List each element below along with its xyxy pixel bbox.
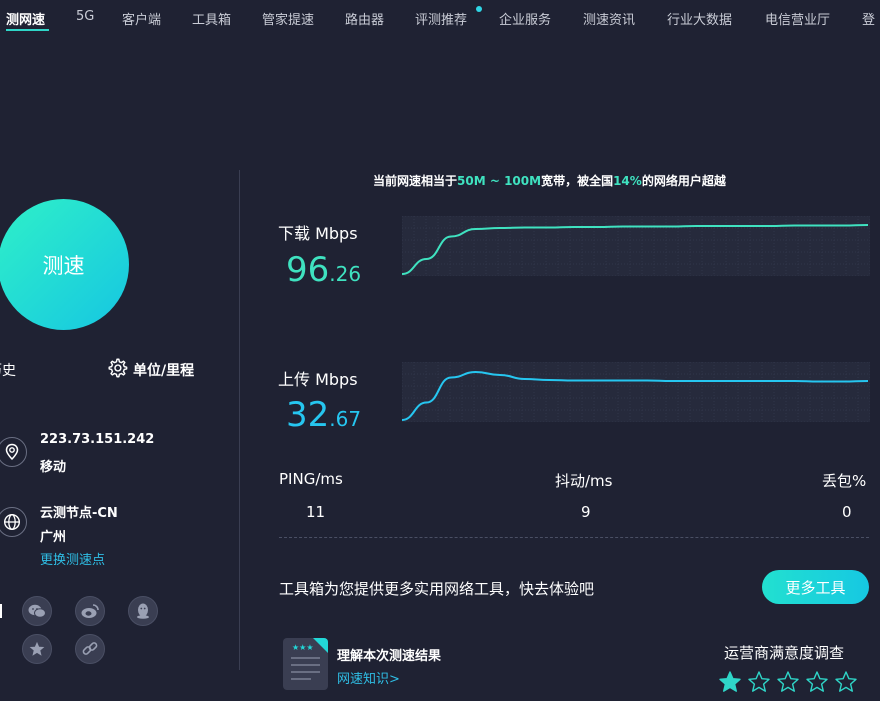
rating-star-icon[interactable] (805, 670, 829, 694)
result-doc-icon[interactable]: ★★★ (283, 638, 328, 690)
location-icon (0, 437, 27, 467)
ping-label: PING/ms (279, 470, 343, 488)
download-speed-dec: .26 (329, 262, 362, 286)
nav-item-router[interactable]: 路由器 (345, 9, 384, 28)
rating-star-icon[interactable] (776, 670, 800, 694)
loss-label: 丢包% (822, 472, 867, 490)
ping-value: 11 (306, 503, 326, 521)
nav-new-dot (476, 6, 482, 12)
svg-text:★★★: ★★★ (292, 643, 314, 652)
upload-chart (402, 362, 870, 422)
jitter-value: 9 (581, 503, 591, 521)
nav-item-bigdata[interactable]: 行业大数据 (667, 9, 732, 28)
isp-name: 移动 (40, 460, 67, 475)
speedtest-button[interactable]: 测速 (0, 199, 129, 330)
weibo-icon[interactable] (75, 596, 105, 626)
globe-icon (0, 507, 27, 537)
more-tools-button[interactable]: 更多工具 (762, 570, 869, 604)
share-label-edge (0, 604, 2, 618)
loss-value: 0 (842, 503, 852, 521)
nav-item-client[interactable]: 客户端 (122, 9, 161, 28)
unit-mileage-link[interactable]: 单位/里程 (133, 360, 194, 380)
node-city: 广州 (40, 530, 67, 545)
toolbox-promo-text: 工具箱为您提供更多实用网络工具，快去体验吧 (279, 580, 595, 598)
panel-divider (239, 170, 240, 670)
node-name: 云测节点-CN (40, 506, 118, 521)
nav-item-telecom[interactable]: 电信营业厅 (765, 9, 830, 28)
top-nav: 测网速 5G 客户端 工具箱 管家提速 路由器 评测推荐 企业服务 测速资讯 行… (0, 0, 880, 36)
nav-item-reviews[interactable]: 评测推荐 (415, 9, 467, 28)
gear-icon[interactable] (106, 357, 128, 379)
upload-speed-dec: .67 (329, 407, 362, 431)
upload-label: 上传 Mbps (278, 370, 358, 389)
nav-item-5g[interactable]: 5G (76, 9, 94, 24)
ip-address: 223.73.151.242 (40, 432, 155, 447)
upload-speed-int: 32 (286, 395, 330, 435)
history-link[interactable]: 历史 (0, 360, 16, 380)
summary-percent: 14% (613, 174, 642, 188)
star-icon[interactable] (22, 634, 52, 664)
rating-star-icon[interactable] (747, 670, 771, 694)
speed-summary: 当前网速相当于50M ~ 100M宽带，被全国14%的网络用户超越 (373, 172, 726, 189)
nav-item-boost[interactable]: 管家提速 (262, 9, 314, 28)
summary-prefix: 当前网速相当于 (373, 174, 458, 188)
nav-item-speedtest[interactable]: 测网速 (6, 9, 45, 28)
speed-knowledge-link[interactable]: 网速知识> (337, 668, 400, 687)
rating-star-icon[interactable] (718, 670, 742, 694)
jitter-label: 抖动/ms (555, 472, 613, 490)
download-speed-int: 96 (286, 250, 330, 290)
summary-bandwidth: 50M ~ 100M (457, 174, 542, 188)
upload-speed: 32.67 (286, 395, 361, 435)
download-speed: 96.26 (286, 250, 361, 290)
upload-grid-bg (402, 362, 870, 422)
link-icon[interactable] (75, 634, 105, 664)
wechat-icon[interactable] (22, 596, 52, 626)
summary-mid: 宽带，被全国 (541, 174, 614, 188)
rating-star-icon[interactable] (834, 670, 858, 694)
nav-item-news[interactable]: 测速资讯 (583, 9, 635, 28)
download-label: 下载 Mbps (278, 224, 358, 243)
nav-active-underline (6, 29, 49, 31)
nav-item-login[interactable]: 登 (862, 9, 875, 28)
nav-item-toolbox[interactable]: 工具箱 (192, 9, 231, 28)
qq-icon[interactable] (128, 596, 158, 626)
nav-item-enterprise[interactable]: 企业服务 (499, 9, 551, 28)
download-chart (402, 216, 870, 276)
survey-title: 运营商满意度调查 (724, 644, 845, 662)
summary-suffix: 的网络用户超越 (641, 174, 726, 188)
stats-divider (279, 537, 869, 538)
change-node-link[interactable]: 更换测速点 (40, 549, 105, 568)
result-title: 理解本次测速结果 (337, 649, 442, 664)
